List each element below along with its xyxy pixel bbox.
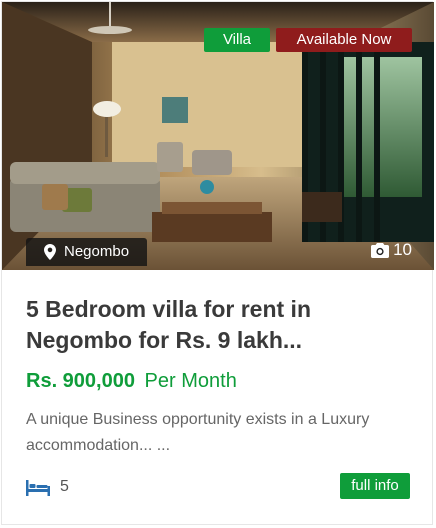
property-photo[interactable]: Villa Available Now Negombo 10 [2, 2, 434, 270]
price-period: Per Month [144, 370, 237, 392]
photo-count-number: 10 [393, 240, 412, 259]
photo-count[interactable]: 10 [371, 238, 412, 262]
availability-badge: Available Now [276, 28, 412, 52]
bedroom-count-number: 5 [60, 478, 69, 495]
property-card: Villa Available Now Negombo 10 5 Bedroom… [1, 1, 434, 525]
property-type-badge: Villa [204, 28, 270, 52]
price: Rs. 900,000 Per Month [26, 367, 237, 395]
listing-description: A unique Business opportunity exists in … [26, 411, 370, 454]
listing-title[interactable]: 5 Bedroom villa for rent in Negombo for … [26, 294, 416, 356]
camera-icon [371, 242, 390, 258]
bed-icon [26, 478, 50, 496]
full-info-button[interactable]: full info [340, 473, 410, 499]
bedroom-count: 5 [26, 475, 69, 499]
price-amount: Rs. 900,000 [26, 370, 135, 392]
location-label: Negombo [26, 238, 148, 266]
map-pin-icon [44, 244, 56, 260]
location-text: Negombo [64, 243, 130, 260]
